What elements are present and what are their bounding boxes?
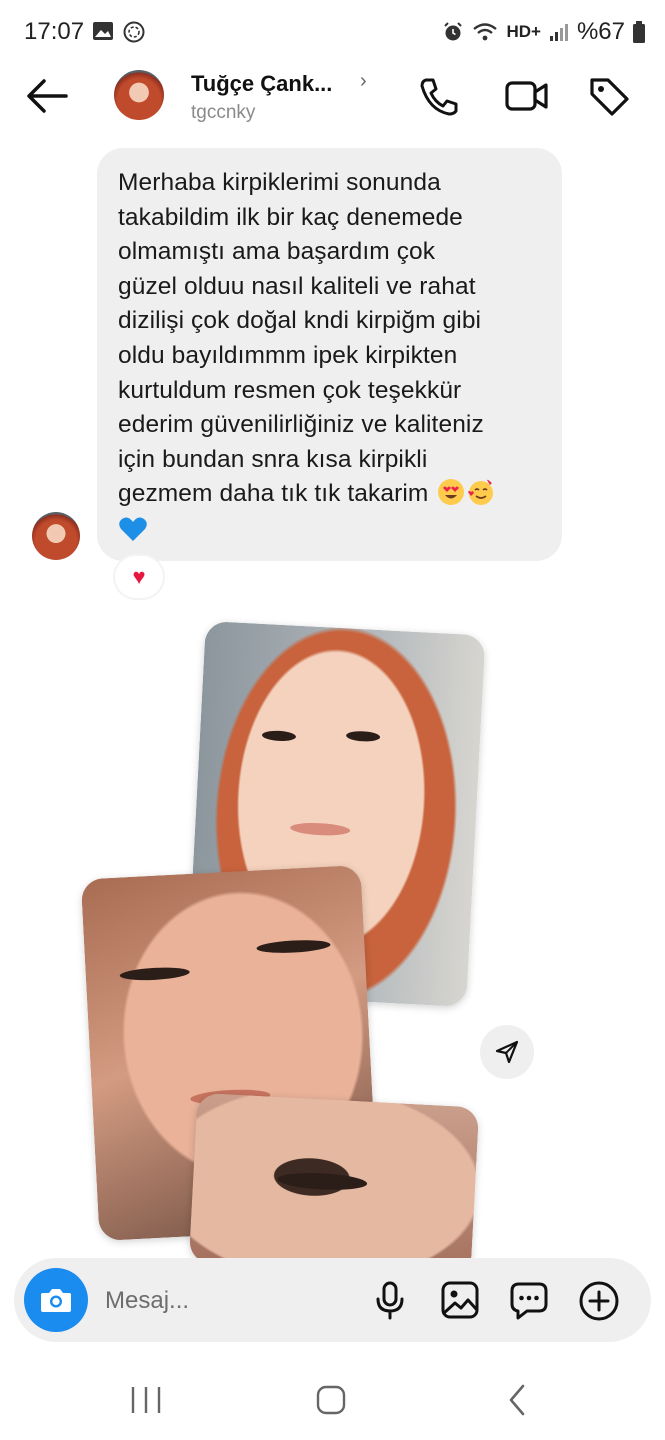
camera-icon (41, 1289, 71, 1312)
video-call-button[interactable] (502, 74, 548, 118)
contact-avatar[interactable] (114, 70, 164, 120)
blue-heart-emoji (119, 517, 147, 541)
gallery-button[interactable] (440, 1280, 480, 1320)
message-line: Merhaba kirpiklerimi sonunda (118, 169, 441, 196)
message-line: takabildim ilk bir kaç denemede (118, 203, 463, 231)
nav-back-button[interactable] (498, 1380, 538, 1420)
plus-circle-icon (579, 1281, 619, 1321)
battery-icon (633, 21, 645, 43)
status-right: HD+ %67 (442, 18, 645, 46)
signal-icon (549, 24, 568, 41)
message-bubble[interactable]: Merhaba kirpiklerimi sonunda takabildim … (97, 148, 562, 561)
more-options-button[interactable] (578, 1280, 619, 1321)
sender-avatar[interactable] (32, 512, 80, 560)
chevron-right-icon[interactable]: › (360, 70, 367, 93)
phone-icon (420, 78, 458, 116)
camera-button[interactable] (24, 1268, 88, 1332)
status-left-icons (92, 20, 146, 44)
sticker-chat-icon (510, 1282, 548, 1320)
wifi-icon (473, 23, 498, 41)
message-line: oldu bayıldımmm ipek kirpikten (118, 341, 458, 369)
message-line: gezmem daha tık tık takarim (118, 480, 429, 508)
recent-apps-icon (131, 1387, 161, 1413)
status-time: 17:07 (24, 18, 85, 45)
battery-level: %67 (576, 18, 625, 45)
heart-eyes-emoji (438, 479, 465, 506)
microphone-icon (376, 1281, 404, 1320)
contact-username: tgccnky (191, 102, 256, 123)
tag-icon (590, 78, 629, 116)
message-line-with-emoji: gezmem daha tık tık takarim (118, 477, 542, 512)
message-line: olmamıştı ama başardım çok (118, 238, 436, 266)
sticker-button[interactable] (509, 1280, 549, 1320)
gallery-icon (441, 1281, 479, 1319)
message-line: ederim güvenilirliğiniz ve kaliteniz (118, 411, 484, 439)
tag-button[interactable] (586, 74, 632, 118)
message-line-emoji (118, 512, 542, 554)
photo-eye-closeup[interactable] (188, 1092, 480, 1278)
system-nav-bar (0, 1358, 665, 1440)
heart-icon: ♥ (132, 564, 146, 589)
message-text: Merhaba kirpiklerimi sonunda takabildim … (118, 166, 542, 554)
contact-name[interactable]: Tuğçe Çank... (191, 71, 332, 97)
voice-message-button[interactable] (370, 1280, 410, 1320)
share-button[interactable] (480, 1025, 534, 1079)
message-line: kurtuldum resmen çok teşekkür (118, 376, 462, 404)
status-bar: 17:07 HD+ %67 (0, 0, 665, 62)
message-line: dizilişi çok doğal kndi kirpiğm gibi (118, 307, 482, 335)
network-type: HD+ (506, 22, 541, 41)
voice-call-button[interactable] (416, 74, 462, 118)
send-icon (495, 1040, 519, 1064)
sync-notification-icon (123, 21, 145, 43)
back-arrow-icon (27, 79, 68, 113)
home-icon (316, 1385, 346, 1415)
message-line: güzel olduu nasıl kaliteli ve rahat (118, 272, 476, 300)
smiling-face-with-hearts-emoji (468, 479, 495, 506)
recent-apps-button[interactable] (126, 1380, 166, 1420)
back-icon (509, 1384, 525, 1416)
message-composer (14, 1258, 651, 1342)
heart-reaction[interactable]: ♥ (115, 556, 163, 598)
message-input[interactable] (105, 1284, 365, 1318)
video-camera-icon (505, 81, 548, 111)
chat-header: Tuğçe Çank... › tgccnky (0, 62, 665, 132)
home-button[interactable] (311, 1380, 351, 1420)
message-line: için bundan snra kısa kirpikli (118, 445, 428, 473)
back-button[interactable] (24, 76, 70, 116)
alarm-icon (444, 22, 463, 41)
image-notification-icon (93, 22, 113, 40)
